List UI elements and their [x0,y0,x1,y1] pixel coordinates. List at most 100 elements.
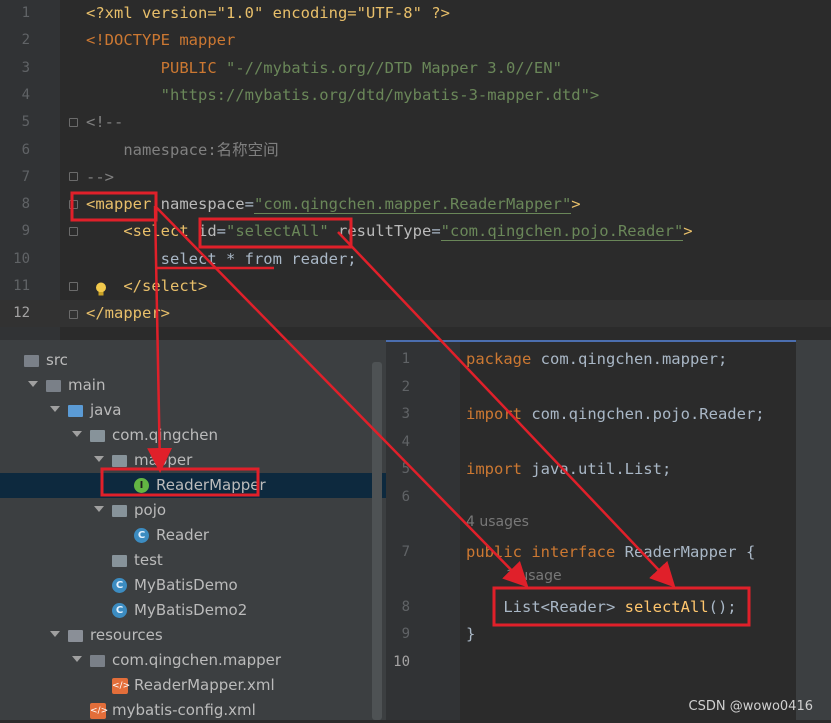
line-number: 4 [401,434,410,450]
xml-line[interactable]: 8 <mapper namespace="com.qingchen.mapper.… [0,191,831,218]
line-number: 1 [21,5,30,21]
tree-item-readermapper[interactable]: I ReaderMapper [0,473,386,498]
tree-item-test[interactable]: test [0,548,386,573]
line-number: 8 [21,196,30,213]
code-token: <?xml version="1.0" encoding="UTF-8" ?> [86,4,450,22]
xml-line[interactable]: 9 <select id="selectAll" resultType="com… [0,218,831,245]
xml-line[interactable]: 2 <!DOCTYPE mapper [0,27,831,54]
tree-item-main[interactable]: main [0,373,386,398]
line-number: 5 [401,461,410,477]
xml-code-text[interactable]: <mapper namespace="com.qingchen.mapper.R… [86,191,581,218]
fold-marker-icon[interactable] [69,310,78,319]
tree-item-label: MyBatisDemo [134,576,238,594]
lightbulb-icon[interactable] [95,282,107,297]
xml-code-text[interactable]: </mapper> [86,300,170,327]
tree-item-label: ReaderMapper.xml [134,676,275,694]
tree-item-label: src [46,351,68,369]
tree-item-resources[interactable]: resources [0,623,386,648]
tree-item-com-qingchen-mapper[interactable]: com.qingchen.mapper [0,648,386,673]
xml-code-text[interactable]: <?xml version="1.0" encoding="UTF-8" ?> [86,0,450,27]
xml-code-text[interactable]: PUBLIC "-//mybatis.org//DTD Mapper 3.0//… [86,55,562,82]
fold-marker-icon[interactable] [69,227,78,236]
usages-hint[interactable]: 1 usage [506,568,562,584]
tree-item-label: Reader [156,526,210,544]
interface-icon: I [134,478,149,493]
code-token: namespace [160,195,245,214]
code-token: select * from reader; [86,249,357,268]
resources-folder-icon [68,630,83,642]
tree-item-label: mybatis-config.xml [112,701,256,719]
fold-marker-icon[interactable] [69,200,78,209]
xml-code-text[interactable]: "https://mybatis.org/dtd/mybatis-3-mappe… [86,82,600,109]
xml-line[interactable]: 10 select * from reader; [0,246,831,273]
code-token: <!DOCTYPE mapper [86,31,236,50]
tree-item-mybatis-config-xml[interactable]: </> mybatis-config.xml [0,698,386,723]
xml-code-text[interactable]: --> [86,164,114,191]
java-code-line[interactable]: public interface ReaderMapper { [466,541,755,563]
xml-code-text[interactable]: <select id="selectAll" resultType="com.q… [86,218,693,245]
xml-code-text[interactable]: <!DOCTYPE mapper [86,27,235,54]
code-token: com.qingchen.pojo.Reader; [531,405,765,423]
xml-line[interactable]: 3 PUBLIC "-//mybatis.org//DTD Mapper 3.0… [0,55,831,82]
tree-item-java[interactable]: java [0,398,386,423]
xml-file-icon: </> [90,703,108,719]
line-number: 6 [401,489,410,505]
folder-icon [90,655,105,667]
line-number: 4 [21,86,30,103]
xml-editor[interactable]: 1 <?xml version="1.0" encoding="UTF-8" ?>… [0,0,831,340]
java-code-line[interactable]: import java.util.List; [466,458,671,480]
code-token: import [466,405,532,423]
fold-marker-icon[interactable] [69,118,78,127]
tree-item-mapper[interactable]: mapper [0,448,386,473]
chevron-down-icon[interactable] [94,506,104,512]
tree-scrollbar[interactable] [372,362,382,720]
tree-item-label: mapper [134,451,193,469]
tree-item-mybatisdemo2[interactable]: C MyBatisDemo2 [0,598,386,623]
tree-item-reader[interactable]: C Reader [0,523,386,548]
code-token: <mapper [86,195,161,214]
code-token: --> [86,167,114,186]
line-number: 6 [21,141,30,158]
code-token: import [466,460,532,478]
fold-marker-icon[interactable] [69,282,78,291]
chevron-down-icon[interactable] [50,631,60,637]
xml-line[interactable]: 12 </mapper> [0,300,831,328]
xml-line[interactable]: 6 namespace:名称空间 [0,137,831,164]
line-number: 3 [21,59,30,76]
xml-code-text[interactable]: select * from reader; [86,246,357,273]
tree-item-com-qingchen[interactable]: com.qingchen [0,423,386,448]
xml-code-text[interactable]: <!-- [86,109,123,136]
chevron-down-icon[interactable] [94,456,104,462]
xml-line[interactable]: 11 </select> [0,273,831,300]
chevron-down-icon[interactable] [28,381,38,387]
java-code-line[interactable]: import com.qingchen.pojo.Reader; [466,403,765,425]
java-editor[interactable]: 1 package com.qingchen.mapper; 2 3 import co… [386,340,796,720]
package-icon [112,555,127,567]
tree-item-mybatisdemo[interactable]: C MyBatisDemo [0,573,386,598]
tree-item-readermapper-xml[interactable]: </> ReaderMapper.xml [0,673,386,698]
fold-marker-icon[interactable] [69,172,78,181]
tree-item-label: test [134,551,163,569]
java-code-line[interactable]: package com.qingchen.mapper; [466,348,727,370]
java-code-line[interactable]: } [466,623,475,645]
code-token: > [683,222,693,241]
project-tree[interactable]: src main java com.qingchen mapper I ReaderMapp… [0,340,386,720]
tree-item-src[interactable]: src [0,348,386,373]
code-token: id [197,222,217,241]
xml-line[interactable]: 7 --> [0,164,831,191]
xml-code-text[interactable]: namespace:名称空间 [86,137,279,164]
class-icon: C [134,528,149,543]
line-number: 5 [21,114,30,131]
code-token: namespace:名称空间 [86,140,279,159]
chevron-down-icon[interactable] [72,656,82,662]
chevron-down-icon[interactable] [50,406,60,412]
line-number: 2 [21,32,30,49]
xml-line[interactable]: 1 <?xml version="1.0" encoding="UTF-8" ?> [0,0,831,27]
code-token: "selectAll" [226,222,329,241]
tree-item-pojo[interactable]: pojo [0,498,386,523]
xml-line[interactable]: 4 "https://mybatis.org/dtd/mybatis-3-map… [0,82,831,109]
chevron-down-icon[interactable] [72,431,82,437]
java-code-line[interactable]: List<Reader> selectAll(); [466,596,736,618]
xml-line[interactable]: 5 <!-- [0,109,831,136]
usages-hint[interactable]: 4 usages [466,514,529,530]
